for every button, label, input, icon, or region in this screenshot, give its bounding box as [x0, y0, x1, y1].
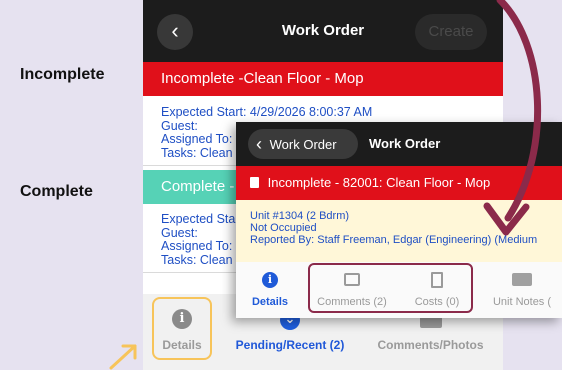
page-title: Work Order: [369, 136, 441, 151]
back-to-work-order-button[interactable]: ‹ Work Order: [248, 129, 358, 159]
status-text: Incomplete - 82001: Clean Floor - Mop: [267, 175, 491, 190]
chevron-left-icon: ‹: [256, 134, 262, 154]
expected-start-line: Expected Start: 4/29/2026 8:00:37 AM: [161, 105, 373, 119]
document-icon: [250, 177, 259, 188]
unit-line: Unit #1304 (2 Bdrm): [250, 210, 350, 222]
tab-label: Comments/Photos: [377, 338, 484, 352]
unit-info-panel: Unit #1304 (2 Bdrm) Not Occupied Reporte…: [236, 200, 562, 262]
comments-costs-highlight: [308, 263, 473, 313]
app-header: ‹ Work Order Create: [143, 0, 503, 62]
status-bar: Incomplete - 82001: Clean Floor - Mop: [236, 166, 562, 200]
detail-header: ‹ Work Order Work Order: [236, 122, 562, 166]
tab-label: Unit Notes (: [492, 296, 552, 308]
pointer-arrow-icon: [109, 344, 137, 370]
occupancy-line: Not Occupied: [250, 222, 317, 234]
incomplete-status-bar[interactable]: Incomplete -Clean Floor - Mop: [143, 62, 503, 96]
tab-label: Details: [251, 296, 289, 308]
complete-label: Complete: [20, 183, 93, 200]
details-highlight: [152, 297, 212, 360]
tab-unit-notes[interactable]: Unit Notes (: [484, 270, 560, 314]
create-button[interactable]: Create: [415, 14, 487, 50]
reported-by-line: Reported By: Staff Freeman, Edgar (Engin…: [250, 234, 538, 246]
book-icon: [512, 273, 532, 286]
tab-label: Pending/Recent (2): [235, 338, 345, 352]
incomplete-label: Incomplete: [20, 66, 105, 83]
tab-details[interactable]: i Details: [242, 270, 298, 314]
back-label: Work Order: [269, 137, 337, 152]
info-icon: i: [262, 272, 278, 288]
